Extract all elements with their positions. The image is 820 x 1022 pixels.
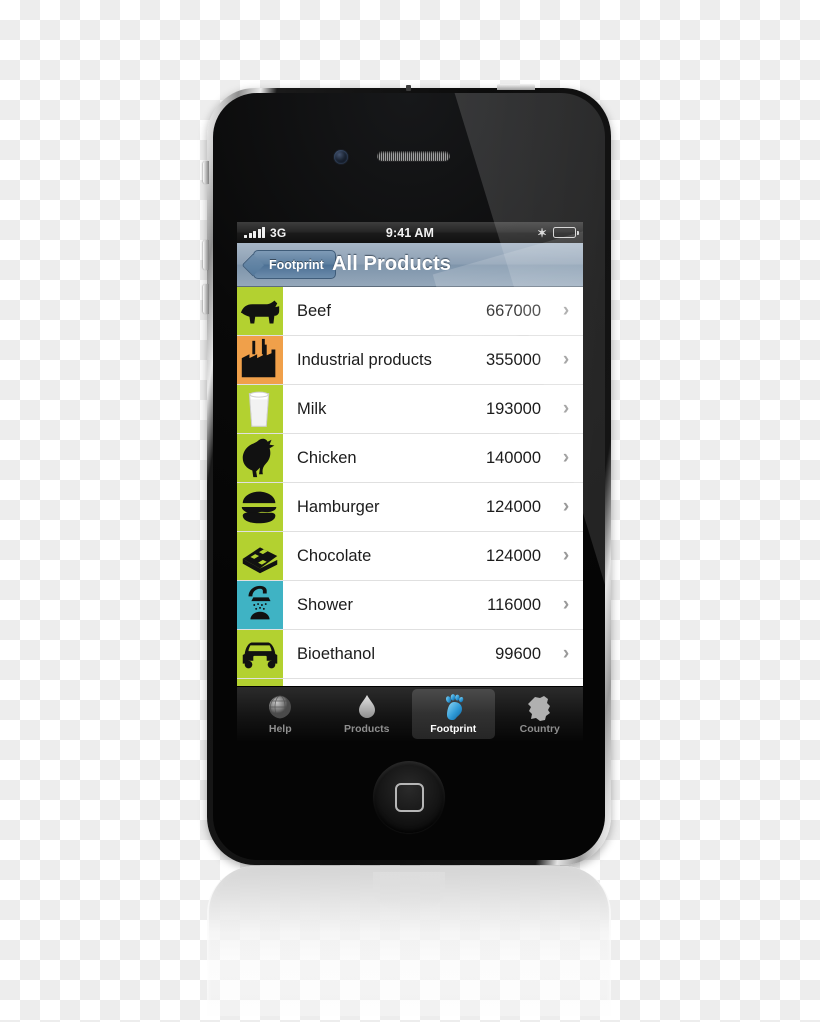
earpiece-speaker [377,151,450,161]
milk-glass-icon [237,385,283,433]
status-bar: 3G 9:41 AM ✶ [237,222,583,243]
tab-products[interactable]: Products [326,689,409,739]
row-label: Hamburger [297,497,380,516]
device-reflection-body [207,866,611,1016]
table-row[interactable]: Milk 193000 › [237,385,583,434]
row-value: 355000 [485,350,541,369]
tab-help[interactable]: Help [239,689,322,739]
battery-icon [553,227,579,238]
hamburger-icon [237,483,283,531]
iphone-device: 3G 9:41 AM ✶ Footprint All Products Beef… [203,84,611,865]
top-microphone-port [406,85,411,91]
tab-bar[interactable]: Help Products Footprint Country [237,686,583,741]
front-camera-icon [334,150,348,164]
table-row[interactable]: Beef 667000 › [237,287,583,336]
row-value: 116000 [487,595,541,614]
row-label: Beef [297,301,331,320]
droplet-icon [352,693,382,721]
status-bar-right: ✶ [536,225,579,240]
shower-icon [237,581,283,629]
silent-switch[interactable] [203,161,209,184]
row-label: Shower [297,595,353,614]
globe-icon [265,693,295,721]
bluetooth-icon: ✶ [536,225,547,240]
table-row[interactable]: Chocolate 124000 › [237,532,583,581]
chevron-right-icon: › [562,398,570,419]
table-row[interactable]: Hamburger 124000 › [237,483,583,532]
table-row[interactable]: Industrial products 355000 › [237,336,583,385]
footprint-icon [438,693,468,721]
chevron-right-icon: › [562,447,570,468]
tab-footprint[interactable]: Footprint [412,689,495,739]
row-value: 667000 [485,301,541,320]
chevron-right-icon: › [562,349,570,370]
row-label: Chicken [297,448,357,467]
chevron-right-icon: › [562,594,570,615]
device-reflection [207,866,611,1016]
chevron-right-icon: › [562,496,570,517]
row-label: Industrial products [297,350,432,369]
row-value: 124000 [485,546,541,565]
tab-country[interactable]: Country [499,689,582,739]
row-label: Milk [297,399,327,418]
tab-label: Products [343,723,390,735]
table-row[interactable]: Shower 116000 › [237,581,583,630]
home-button[interactable] [373,761,445,833]
screenshot-canvas: 3G 9:41 AM ✶ Footprint All Products Beef… [0,0,820,1022]
tab-label: Country [519,723,560,735]
power-button[interactable] [497,84,535,90]
phone-screen: 3G 9:41 AM ✶ Footprint All Products Beef… [237,222,583,741]
volume-up-button[interactable] [203,240,209,270]
tab-label: Help [268,723,292,735]
table-row[interactable]: Bioethanol 99600 › [237,630,583,679]
chevron-right-icon: › [562,545,570,566]
chocolate-icon [237,532,283,580]
chevron-right-icon: › [562,643,570,664]
chicken-icon [237,434,283,482]
page-title: All Products [332,253,451,275]
row-value: 193000 [485,399,541,418]
car-icon [237,630,283,678]
back-button[interactable]: Footprint [253,250,336,279]
product-list[interactable]: Beef 667000 › Industrial products 355000 › Mil… [237,287,583,704]
row-value: 99600 [495,644,541,663]
factory-icon [237,336,283,384]
navigation-bar: Footprint All Products [237,222,583,354]
cow-icon [237,287,283,335]
status-bar-clock: 9:41 AM [385,225,435,240]
row-value: 140000 [485,448,541,467]
row-label: Chocolate [297,546,372,565]
france-map-icon [525,693,555,721]
chevron-right-icon: › [562,300,570,321]
tab-label: Footprint [430,723,477,735]
row-value: 124000 [485,497,541,516]
home-button-square-icon [394,782,424,812]
row-label: Bioethanol [297,644,375,663]
table-row[interactable]: Chicken 140000 › [237,434,583,483]
volume-down-button[interactable] [203,284,209,314]
